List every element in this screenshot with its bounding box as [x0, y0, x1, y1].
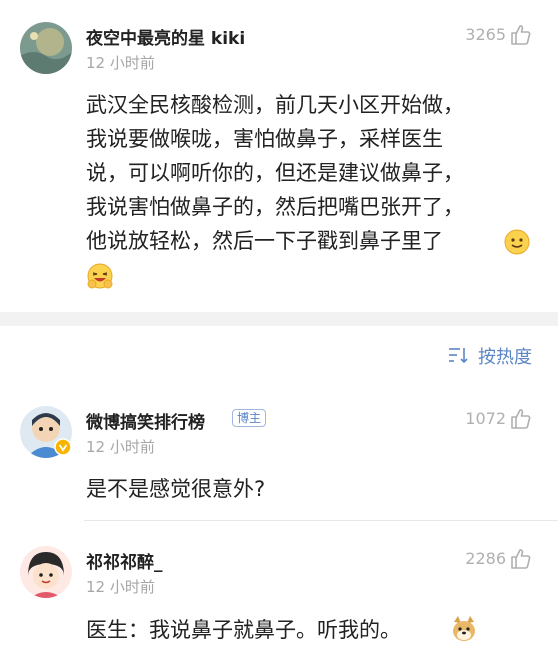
comment-text: 是不是感觉很意外?	[86, 477, 266, 501]
doge-emoji	[449, 614, 479, 644]
like-thumb-icon[interactable]	[510, 24, 532, 46]
comment-text-line: 我说要做喉咙，害怕做鼻子，采样医生	[86, 127, 443, 151]
like-count[interactable]: 3265	[440, 25, 506, 44]
laughing-emoji	[86, 262, 114, 290]
like-thumb-icon[interactable]	[510, 548, 532, 570]
avatar[interactable]	[20, 22, 72, 74]
comment-text-line: 他说放轻松，然后一下子戳到鼻子里了	[86, 229, 443, 253]
sort-label: 按热度	[478, 347, 532, 368]
avatar[interactable]	[20, 546, 72, 598]
comment-time: 12 小时前	[86, 54, 155, 72]
like-thumb-icon[interactable]	[510, 408, 532, 430]
comment-user-name[interactable]: 夜空中最亮的星 kiki	[86, 24, 245, 49]
smile-emoji	[504, 229, 530, 255]
comment-text-line: 说，可以啊听你的，但还是建议做鼻子，	[86, 161, 464, 185]
sort-icon	[448, 346, 468, 364]
comment-user-name[interactable]: 微博搞笑排行榜	[86, 408, 205, 433]
blogger-badge: 博主	[232, 409, 267, 427]
comment-time: 12 小时前	[86, 578, 155, 596]
like-count[interactable]: 2286	[440, 549, 506, 568]
comment-time: 12 小时前	[86, 438, 155, 456]
verified-badge-icon	[54, 438, 72, 456]
comment-text: 医生：我说鼻子就鼻子。听我的。	[86, 618, 401, 642]
divider	[84, 520, 558, 521]
comment-text-line: 我说害怕做鼻子的，然后把嘴巴张开了，	[86, 195, 464, 219]
section-separator	[0, 312, 558, 326]
comment-text-line: 武汉全民核酸检测，前几天小区开始做，	[86, 93, 464, 117]
comment-user-name[interactable]: 祁祁祁醉_	[86, 548, 163, 573]
like-count[interactable]: 1072	[440, 409, 506, 428]
